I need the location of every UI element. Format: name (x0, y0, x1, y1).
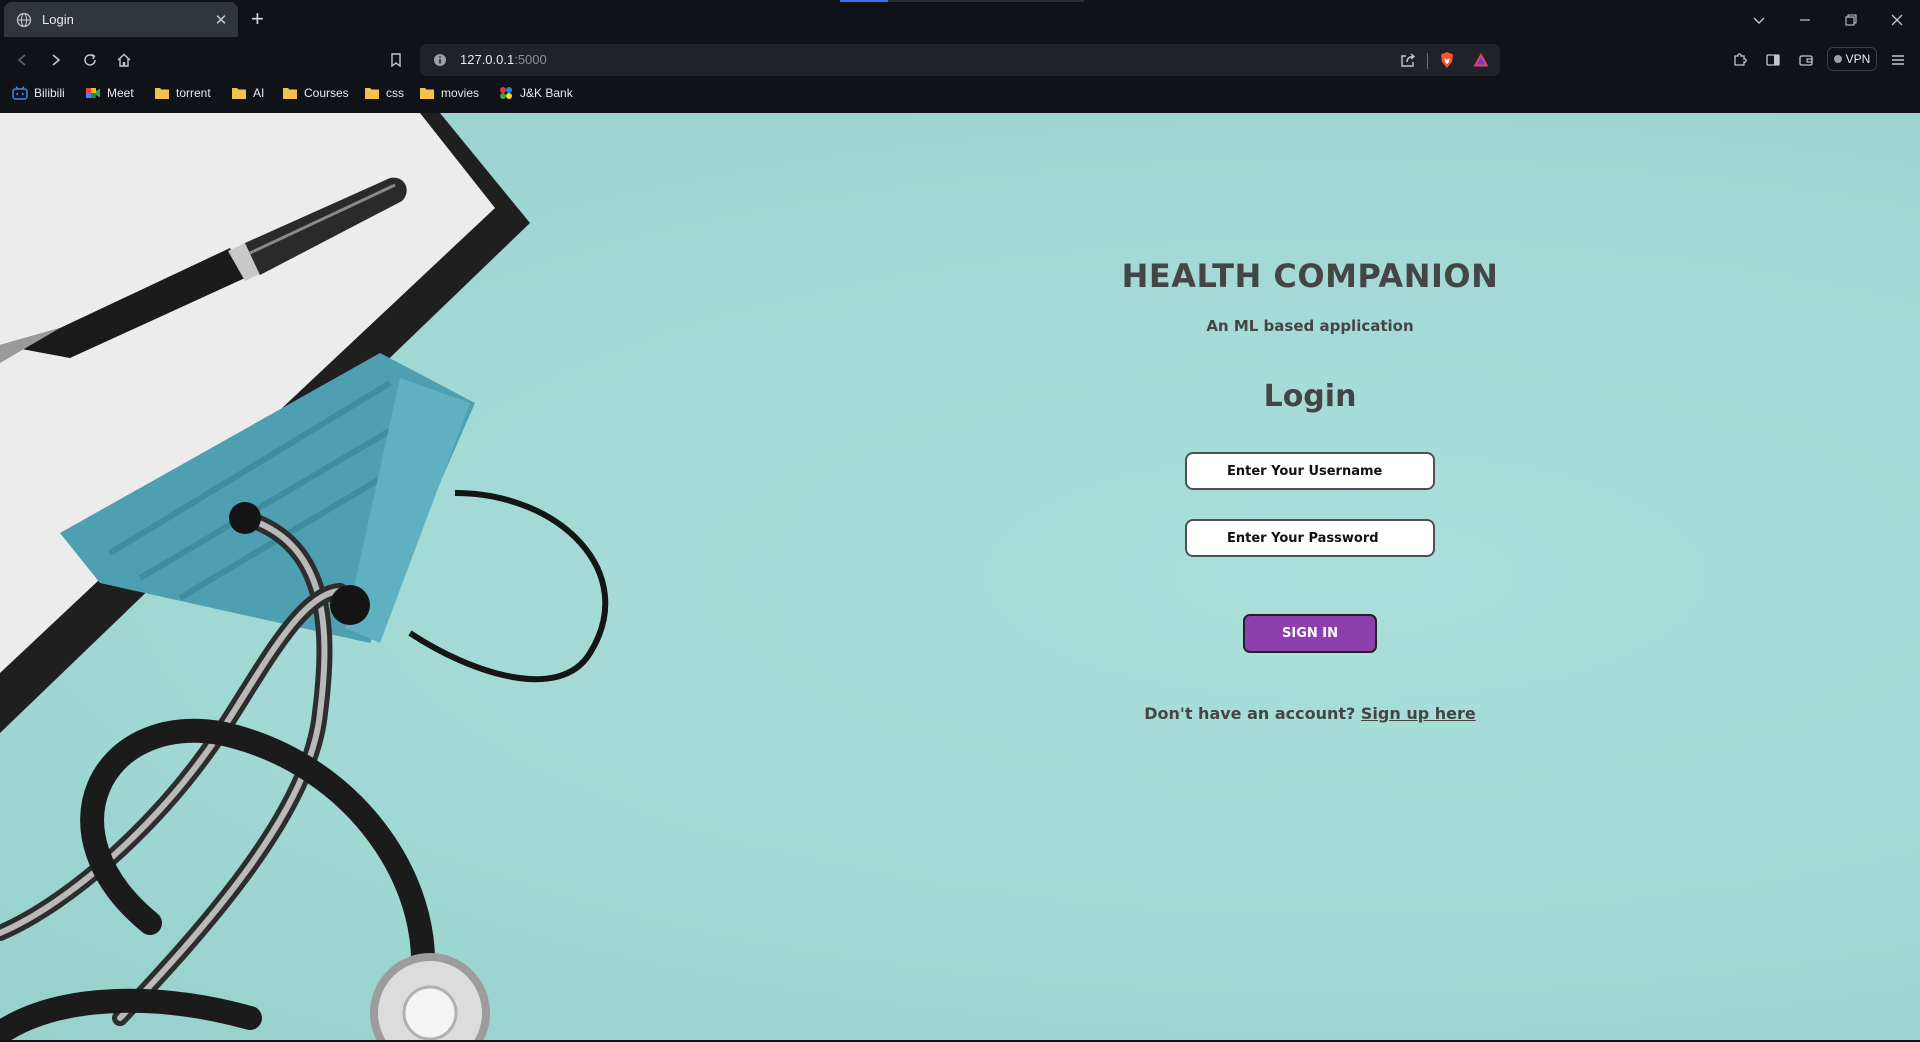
url-host: 127.0.0.1 (460, 52, 515, 67)
bookmark-label: Meet (107, 86, 134, 100)
home-icon (117, 53, 131, 67)
password-input[interactable] (1185, 519, 1435, 557)
app-tagline: An ML based application (1206, 317, 1414, 335)
tab-login[interactable]: Login ✕ (4, 2, 238, 37)
reload-icon (84, 53, 96, 66)
bookmark-label: AI (253, 86, 265, 100)
bookmark-ai[interactable]: AI (231, 86, 264, 100)
wallet-button[interactable] (1794, 49, 1818, 71)
arrow-right-icon (52, 54, 61, 66)
tab-search-icon[interactable] (1736, 0, 1782, 40)
bookmark-courses[interactable]: Courses (282, 86, 349, 100)
home-button[interactable] (112, 49, 136, 71)
username-input[interactable] (1185, 452, 1435, 490)
login-page: HEALTH COMPANION An ML based application… (0, 113, 1920, 1040)
browser-toolbar: 127.0.0.1:5000 VPN (0, 40, 1920, 80)
jk-bank-icon (500, 87, 512, 99)
arrow-left-icon (17, 54, 26, 66)
bookmark-icon (391, 53, 401, 68)
signup-link[interactable]: Sign up here (1361, 704, 1476, 723)
folder-icon (283, 88, 297, 99)
tab-title: Login (42, 12, 74, 27)
folder-icon (155, 88, 169, 99)
bookmark-label: movies (441, 86, 480, 100)
share-icon[interactable] (1399, 51, 1417, 69)
omnibox-separator (1427, 53, 1428, 69)
extensions-button[interactable] (1728, 49, 1752, 71)
bookmark-meet[interactable]: Meet (85, 86, 134, 100)
medical-illustration (0, 113, 609, 1040)
wallet-icon (1799, 55, 1813, 66)
vpn-label: VPN (1845, 52, 1871, 66)
bookmark-label: torrent (176, 86, 211, 100)
bookmark-torrent[interactable]: torrent (154, 86, 211, 100)
close-tab-icon[interactable]: ✕ (212, 11, 230, 29)
globe-icon (16, 12, 32, 27)
sign-in-button[interactable]: SIGN IN (1243, 614, 1377, 653)
restore-button[interactable] (1828, 0, 1874, 40)
signup-prompt-row: Don't have an account? Sign up here (1110, 704, 1510, 723)
bookmark-label: Courses (304, 86, 349, 100)
sidebar-button[interactable] (1761, 49, 1785, 71)
vpn-status-icon (1833, 55, 1842, 63)
bookmark-jk-bank[interactable]: J&K Bank (498, 86, 573, 100)
folder-icon (365, 88, 379, 99)
bookmark-label: Bilibili (34, 86, 65, 100)
app-title: HEALTH COMPANION (1121, 257, 1499, 295)
bilibili-icon (12, 86, 28, 100)
sidebar-icon (1766, 54, 1780, 66)
url-text: 127.0.0.1:5000 (460, 52, 547, 67)
reload-button[interactable] (78, 49, 102, 71)
address-bar[interactable]: 127.0.0.1:5000 (420, 44, 1500, 76)
tab-strip-divider (888, 0, 1084, 2)
bookmark-label: css (386, 86, 404, 100)
forward-button[interactable] (44, 49, 68, 71)
mask-ear-loop (408, 490, 609, 683)
url-port: :5000 (514, 52, 547, 67)
puzzle-icon (1734, 53, 1747, 66)
site-info-icon[interactable] (432, 52, 448, 68)
new-tab-button[interactable]: + (251, 6, 264, 32)
back-button[interactable] (10, 49, 34, 71)
google-meet-icon (86, 88, 100, 98)
signup-prompt: Don't have an account? (1144, 704, 1356, 723)
tab-strip: Login ✕ + (0, 0, 1920, 40)
close-window-button[interactable] (1874, 0, 1920, 40)
menu-button[interactable] (1886, 49, 1910, 71)
bookmark-movies[interactable]: movies (419, 86, 479, 100)
bookmark-page-button[interactable] (384, 49, 408, 71)
folder-icon (420, 88, 434, 99)
bookmarks-bar: Bilibili Meet torrent AI Courses css mov… (0, 80, 1920, 112)
bookmark-label: J&K Bank (520, 86, 573, 100)
loading-indicator (840, 0, 888, 2)
bookmark-bilibili[interactable]: Bilibili (12, 86, 65, 100)
folder-icon (232, 88, 246, 99)
login-heading: Login (1263, 379, 1357, 414)
vpn-button[interactable]: VPN (1827, 47, 1877, 71)
hamburger-menu-icon (1892, 55, 1904, 65)
brave-shields-icon[interactable] (1438, 51, 1456, 69)
minimize-button[interactable] (1782, 0, 1828, 40)
bookmark-css[interactable]: css (364, 86, 404, 100)
brave-rewards-icon[interactable] (1472, 51, 1490, 69)
